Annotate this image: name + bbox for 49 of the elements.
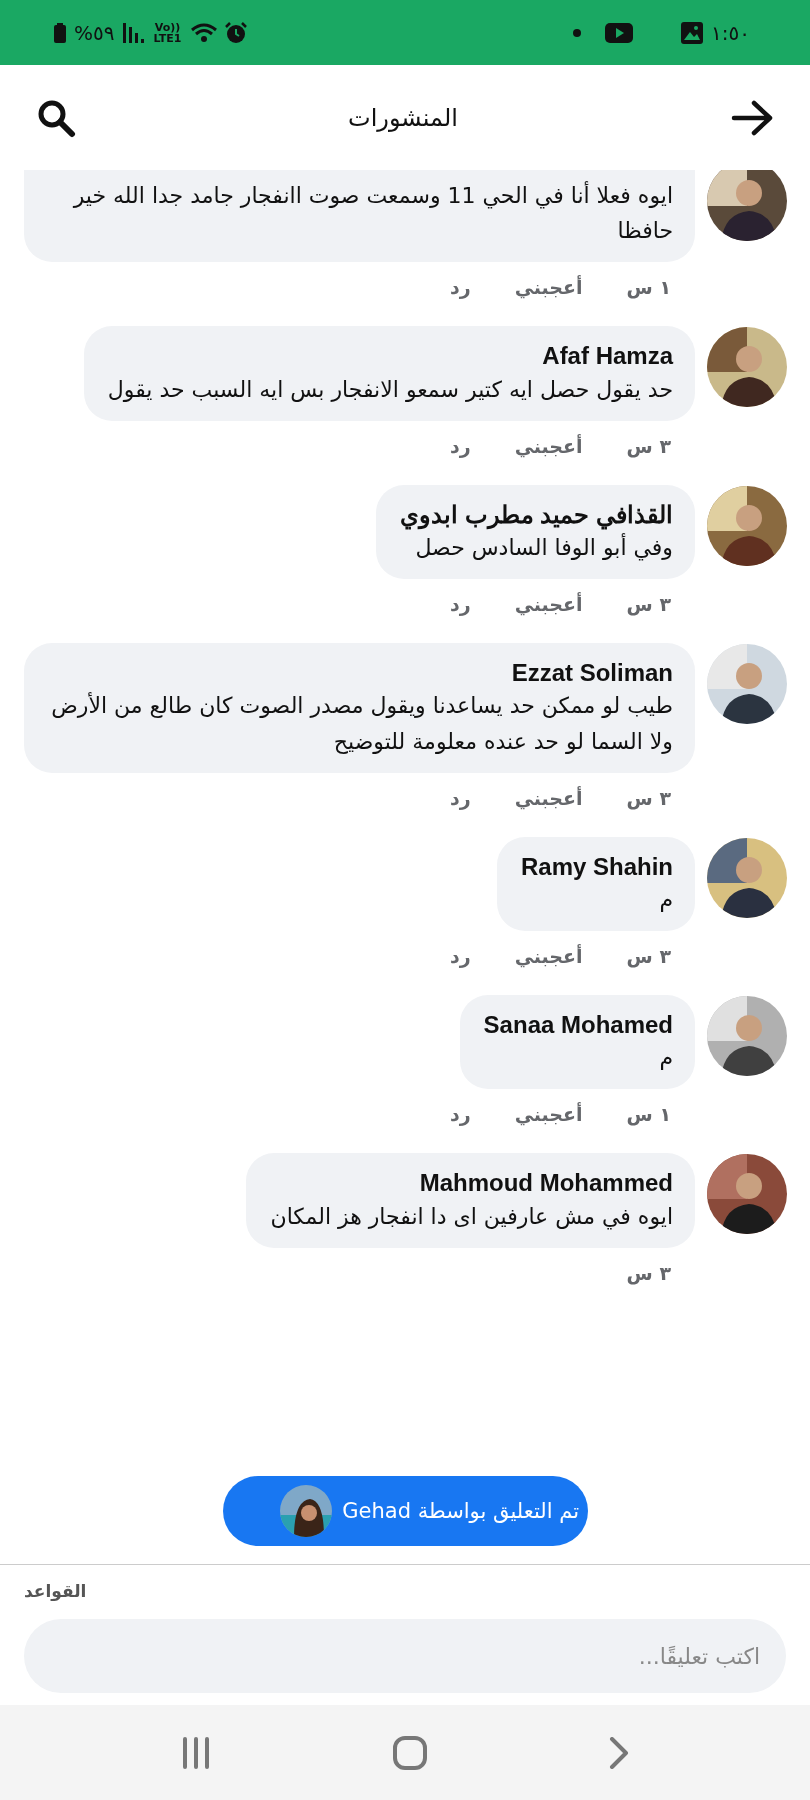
commenter-name[interactable]: Sanaa Mohamed xyxy=(483,1009,673,1041)
reply-link[interactable]: رد xyxy=(449,276,471,299)
like-link[interactable]: أعجبني xyxy=(514,945,583,968)
commenter-name[interactable]: Ezzat Soliman xyxy=(48,657,673,689)
reply-link[interactable]: رد xyxy=(449,945,471,968)
network-label: Vo)) LTE1 xyxy=(152,21,183,44)
like-link[interactable]: أعجبني xyxy=(514,434,583,457)
recent-apps-icon[interactable] xyxy=(181,1736,211,1769)
comment-time: ٣ س xyxy=(626,434,671,457)
signal-icon xyxy=(122,22,145,43)
comment-time: ٣ س xyxy=(626,945,671,968)
battery-percent: %٥٩ xyxy=(74,20,115,45)
comment-time: ١ س xyxy=(626,1103,671,1126)
home-icon[interactable] xyxy=(393,1735,427,1770)
wifi-icon xyxy=(190,22,217,43)
like-link[interactable]: أعجبني xyxy=(514,786,583,809)
video-play-icon xyxy=(605,22,634,43)
commenter-name[interactable]: Ramy Shahin xyxy=(520,850,673,882)
like-link[interactable]: أعجبني xyxy=(514,276,583,299)
comment-text: ايوه فعلا أنا في الحي 11 وسمعت صوت اانفجار جامد جدا الله خير حافظا xyxy=(71,180,673,246)
comment-text: طيب لو ممكن حد يساعدنا ويقول مصدر الصوت كان طالع من الأرض ولا السما لو حد عنده معلومة للتوضيح xyxy=(50,691,673,756)
reply-link[interactable]: رد xyxy=(449,434,471,457)
comment-text: وفي أبو الوفا السادس حصل xyxy=(414,532,673,563)
comment-time: ٣ س xyxy=(626,1261,671,1284)
battery-icon xyxy=(54,22,66,43)
comment-time: ٣ س xyxy=(626,593,671,616)
rules-link[interactable]: القواعد xyxy=(24,1581,87,1601)
like-link[interactable]: أعجبني xyxy=(514,593,583,616)
clock: ١:٥٠ xyxy=(711,20,750,45)
commenter-name[interactable]: Mahmoud Mohammed xyxy=(270,1167,673,1199)
page-title: المنشورات xyxy=(348,103,458,132)
comment-text: حد يقول حصل ايه كتير سمعو الانفجار بس ايه السبب حد يقول xyxy=(107,375,673,404)
reply-link[interactable]: رد xyxy=(449,1103,471,1126)
comment-time: ٣ س xyxy=(626,786,671,809)
commenter-name[interactable]: القذافي حميد مطرب ابدوي xyxy=(400,498,673,530)
commenter-name[interactable]: Afaf Hamza xyxy=(107,340,673,372)
like-link[interactable]: أعجبني xyxy=(514,1103,583,1126)
comment-text: م xyxy=(658,885,673,914)
dot-icon xyxy=(573,28,582,37)
comment-text: ايوه في مش عارفين اى دا انفجار هز المكان xyxy=(270,1202,673,1232)
comment-input-field[interactable]: اكتب تعليقًا... xyxy=(24,1619,786,1693)
back-chevron-icon[interactable] xyxy=(609,1736,629,1769)
comment-toast[interactable]: تم التعليق بواسطة Gehad xyxy=(223,1476,588,1546)
alarm-icon xyxy=(224,21,247,44)
reply-link[interactable]: رد xyxy=(449,593,471,616)
image-icon xyxy=(681,21,704,44)
reply-link[interactable]: رد xyxy=(449,786,471,809)
comment-text: م xyxy=(658,1044,673,1073)
comment-time: ١ س xyxy=(626,276,671,299)
